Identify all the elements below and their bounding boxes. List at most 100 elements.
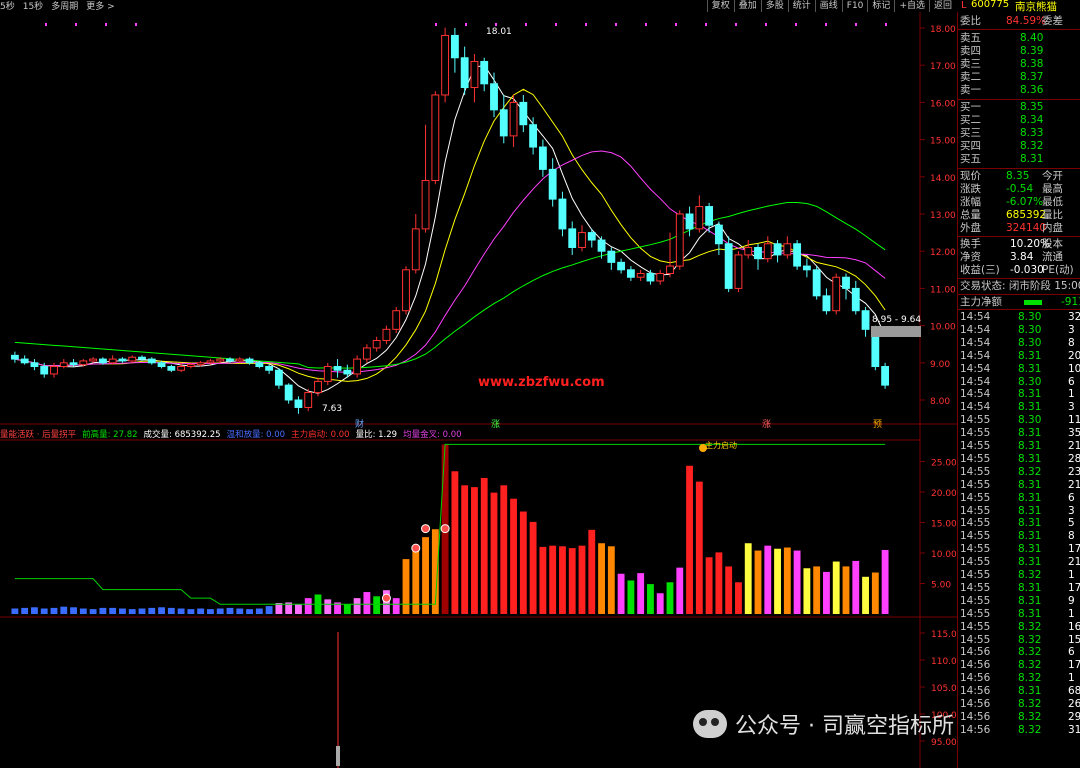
stat-label: 外盘	[960, 222, 981, 234]
ask-price: 8.39	[1020, 45, 1044, 57]
period-5s[interactable]: 5秒	[0, 0, 15, 12]
volume-bar	[89, 609, 97, 614]
stat2-label: 收益(三)	[960, 264, 1000, 276]
volume-bar	[304, 598, 312, 614]
volume-bar	[79, 608, 87, 614]
tick-time: 14:54	[960, 311, 991, 323]
tick-volume: 15	[1068, 633, 1080, 646]
signal-marker	[421, 524, 431, 534]
candle-body	[206, 360, 215, 364]
top-marker	[675, 23, 677, 26]
signal-marker	[440, 524, 450, 534]
volume-bar	[187, 609, 195, 614]
restore-rights-button[interactable]: 复权	[706, 0, 734, 12]
price-tick-label: 11.00	[930, 285, 956, 295]
back-button[interactable]: 返回	[928, 0, 956, 12]
ask-row: 卖四 8.39	[958, 45, 1080, 58]
volume-tick-label: 5.00	[931, 581, 951, 591]
top-marker	[765, 23, 767, 26]
main-flow-label: 主力净额	[960, 296, 1002, 308]
range-box	[871, 326, 921, 337]
main-flow-value: -911	[1061, 296, 1080, 308]
ask-row: 卖五 8.40	[958, 32, 1080, 45]
stat-label: 现价	[960, 170, 981, 182]
volume-bar	[559, 546, 566, 614]
period-15s[interactable]: 15秒	[23, 0, 43, 12]
volume-bar	[60, 606, 68, 614]
candle-body	[177, 366, 186, 371]
top-marker	[555, 23, 557, 26]
candle-body	[382, 328, 391, 341]
multi-stock-button[interactable]: 多股	[760, 0, 788, 12]
volume-bar	[177, 608, 185, 614]
ask-price: 8.37	[1020, 71, 1044, 83]
tick-volume: 6	[1068, 646, 1075, 659]
bid-label: 买二	[960, 114, 981, 126]
price-tick-label: 9.00	[930, 360, 950, 370]
tick-volume: 3	[1068, 323, 1075, 336]
tick-row: 14:55 8.31 17	[958, 582, 1080, 595]
ask-price: 8.38	[1020, 58, 1044, 70]
top-marker	[105, 23, 107, 26]
stat2-row: 收益(三) -0.030 PE(动)	[958, 264, 1080, 277]
f10-button[interactable]: F10	[841, 0, 868, 12]
trade-status-row: 交易状态: 闭市阶段 15:00	[958, 280, 1080, 293]
candle-body	[79, 360, 88, 366]
period-multi[interactable]: 多周期	[51, 0, 78, 12]
candle-body	[509, 101, 518, 137]
candle-body	[754, 246, 762, 260]
tick-row: 14:55 8.31 17	[958, 543, 1080, 556]
tick-volume: 29	[1068, 710, 1080, 723]
candle-body	[724, 243, 733, 289]
top-marker	[435, 23, 437, 26]
volume-bar	[725, 566, 733, 614]
tick-time: 14:55	[960, 569, 991, 581]
statistics-button[interactable]: 统计	[787, 0, 815, 12]
candle-body	[675, 213, 684, 267]
volume-bar	[392, 598, 400, 614]
tick-time: 14:54	[960, 388, 991, 401]
volume-bar	[754, 550, 762, 614]
kline-chart[interactable]: 18.00 17.00 16.00 15.00 14.00 13.00 12.00 11.00…	[0, 12, 958, 768]
stat-value: -6.07%	[1006, 196, 1044, 208]
ma20-line	[14, 150, 886, 373]
tick-row: 14:56 8.31 68	[958, 685, 1080, 698]
candle-body	[793, 243, 802, 267]
candle-body	[851, 287, 860, 312]
period-more[interactable]: 更多 >	[86, 0, 114, 12]
tick-volume: 11	[1068, 414, 1080, 427]
volume-bar	[607, 546, 615, 614]
wechat-icon	[693, 710, 727, 738]
tick-row: 14:55 8.31 28	[958, 453, 1080, 466]
tick-time: 14:55	[960, 581, 991, 594]
mark-button[interactable]: 标记	[867, 0, 894, 12]
ask-label: 卖三	[960, 58, 981, 70]
tick-price: 8.31	[1018, 543, 1042, 556]
volume-bar	[70, 607, 77, 614]
candle-body	[235, 358, 244, 362]
volume-bar	[832, 561, 840, 614]
volume-bar	[128, 609, 136, 614]
stock-header: L 600775 南京熊猫	[958, 0, 1080, 13]
candle-body	[626, 269, 635, 278]
price-tick-label: 14.00	[930, 174, 956, 184]
add-watchlist-button[interactable]: +自选	[894, 0, 929, 12]
stat2-label-2: PE(动)	[1042, 264, 1074, 276]
tick-price: 8.31	[1018, 685, 1042, 698]
price-tick-label: 15.00	[930, 137, 956, 147]
overlay-button[interactable]: 叠加	[733, 0, 761, 12]
volume-bar	[783, 547, 791, 614]
draw-line-button[interactable]: 画线	[814, 0, 842, 12]
tick-volume: 6	[1068, 491, 1075, 504]
candle-body	[812, 269, 821, 297]
low-label: 7.63	[322, 404, 343, 414]
ask-price: 8.36	[1020, 84, 1044, 96]
stat-label: 涨幅	[960, 196, 981, 208]
top-marker	[855, 23, 857, 26]
candle-body	[480, 60, 489, 85]
volume-bar	[695, 481, 703, 614]
tick-price: 8.31	[1018, 581, 1042, 594]
stat-label-2: 最低	[1042, 196, 1063, 208]
bottom-bar	[336, 746, 340, 766]
start-label: 主力启动	[705, 441, 737, 450]
